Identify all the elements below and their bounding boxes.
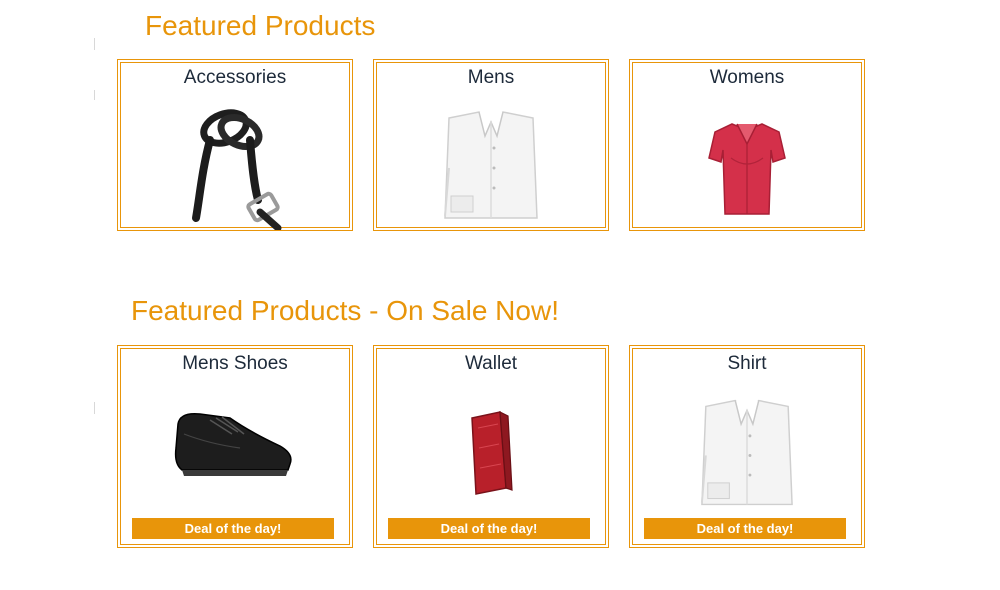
product-card-mens[interactable]: Mens bbox=[373, 59, 609, 231]
red-blouse-icon bbox=[708, 123, 786, 215]
product-card-wallet[interactable]: Wallet Deal of the day! bbox=[373, 345, 609, 548]
deal-badge[interactable]: Deal of the day! bbox=[388, 518, 590, 539]
wallet-icon bbox=[471, 410, 513, 495]
product-name: Wallet bbox=[464, 353, 518, 374]
product-name: Womens bbox=[709, 67, 785, 88]
white-shirt-icon bbox=[444, 111, 538, 219]
edge-mark bbox=[94, 402, 95, 414]
product-name: Accessories bbox=[183, 67, 287, 88]
product-card-womens[interactable]: Womens bbox=[629, 59, 865, 231]
product-card-shirt[interactable]: Shirt Deal of the day! bbox=[629, 345, 865, 548]
featured-section-title: Featured Products bbox=[145, 10, 376, 41]
deal-badge[interactable]: Deal of the day! bbox=[132, 518, 334, 539]
edge-mark bbox=[94, 38, 95, 50]
shoe-icon bbox=[174, 412, 292, 476]
product-name: Shirt bbox=[727, 353, 767, 374]
product-card-mens-shoes[interactable]: Mens Shoes Deal of the day! bbox=[117, 345, 353, 548]
white-shirt-icon bbox=[700, 399, 793, 506]
product-card-accessories[interactable]: Accessories bbox=[117, 59, 353, 231]
sale-section-title: Featured Products - On Sale Now! bbox=[131, 295, 559, 326]
edge-mark bbox=[94, 90, 95, 100]
product-name: Mens Shoes bbox=[182, 353, 288, 374]
belt-icon bbox=[192, 109, 282, 230]
product-name: Mens bbox=[467, 67, 515, 88]
deal-badge[interactable]: Deal of the day! bbox=[644, 518, 846, 539]
